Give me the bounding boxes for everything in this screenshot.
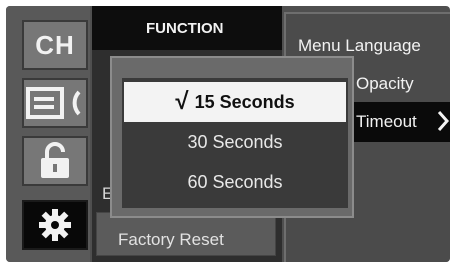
- timeout-option-label: 15 Seconds: [194, 91, 295, 112]
- osd-menu-screen: CH FUNCTION E Factory Reset Menu Languag…: [6, 6, 450, 262]
- menu-item-language[interactable]: Menu Language: [298, 36, 421, 56]
- timeout-option-30[interactable]: 30 Seconds: [124, 122, 346, 162]
- sidebar-item-lock[interactable]: [22, 136, 88, 186]
- lock-icon: [41, 142, 69, 178]
- factory-reset-label: Factory Reset: [118, 230, 224, 249]
- sidebar: CH: [6, 6, 90, 262]
- timeout-option-60[interactable]: 60 Seconds: [124, 162, 346, 202]
- gear-icon: [39, 209, 71, 241]
- sidebar-item-function[interactable]: [22, 200, 88, 250]
- input-source-icon: [26, 87, 81, 119]
- timeout-option-15[interactable]: √ 15 Seconds: [124, 82, 346, 122]
- sidebar-item-channel[interactable]: CH: [22, 20, 88, 70]
- timeout-option-label: 60 Seconds: [187, 171, 283, 192]
- menu-item-timeout[interactable]: Timeout: [356, 112, 417, 132]
- chevron-right-icon: [437, 111, 450, 131]
- timeout-option-label: 30 Seconds: [187, 131, 283, 152]
- checkmark-icon: √: [175, 88, 189, 115]
- sidebar-item-input[interactable]: [22, 78, 88, 128]
- channel-icon: CH: [35, 29, 75, 60]
- menu-item-opacity[interactable]: Opacity: [356, 74, 414, 94]
- function-title: FUNCTION: [146, 20, 224, 37]
